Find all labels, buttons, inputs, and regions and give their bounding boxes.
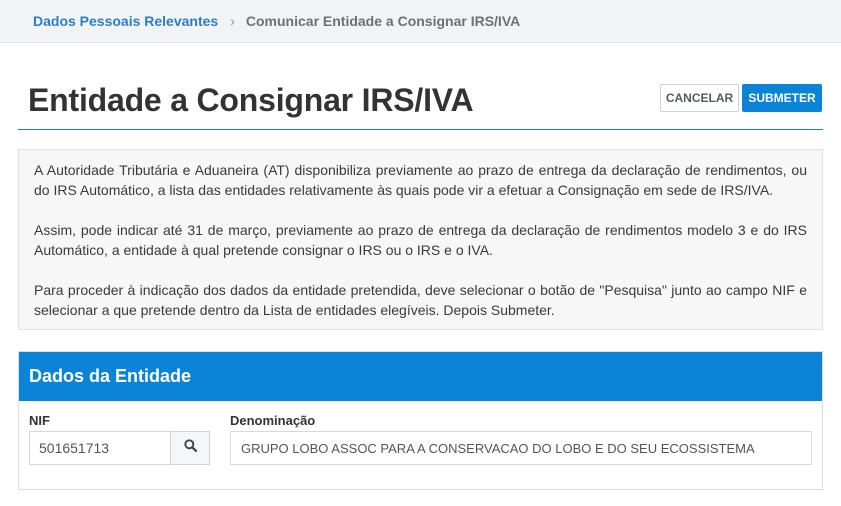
search-button[interactable]	[170, 431, 210, 465]
breadcrumb-link-dados-pessoais[interactable]: Dados Pessoais Relevantes	[33, 13, 218, 29]
search-icon	[183, 439, 197, 457]
submit-button[interactable]: SUBMETER	[742, 84, 822, 112]
breadcrumb-current: Comunicar Entidade a Consignar IRS/IVA	[245, 13, 521, 29]
nif-label: NIF	[29, 413, 50, 428]
nif-input[interactable]: 501651713	[29, 431, 170, 465]
denominacao-input: GRUPO LOBO ASSOC PARA A CONSERVACAO DO L…	[230, 431, 812, 465]
info-paragraph: A Autoridade Tributária e Aduaneira (AT)…	[34, 162, 807, 198]
cancel-button[interactable]: CANCELAR	[660, 84, 739, 112]
breadcrumb-separator-icon: ›	[230, 13, 235, 29]
info-paragraph: Assim, pode indicar até 31 de março, pre…	[34, 222, 807, 258]
title-divider	[18, 129, 823, 130]
breadcrumb: Dados Pessoais Relevantes › Comunicar En…	[0, 0, 841, 43]
page-title: Entidade a Consignar IRS/IVA	[28, 82, 474, 118]
info-box: A Autoridade Tributária e Aduaneira (AT)…	[18, 149, 823, 330]
denominacao-label: Denominação	[230, 413, 316, 428]
entity-panel-title: Dados da Entidade	[19, 352, 822, 401]
info-paragraph: Para proceder à indicação dos dados da e…	[34, 282, 807, 318]
entity-panel: Dados da Entidade NIF Denominação 501651…	[18, 351, 823, 490]
